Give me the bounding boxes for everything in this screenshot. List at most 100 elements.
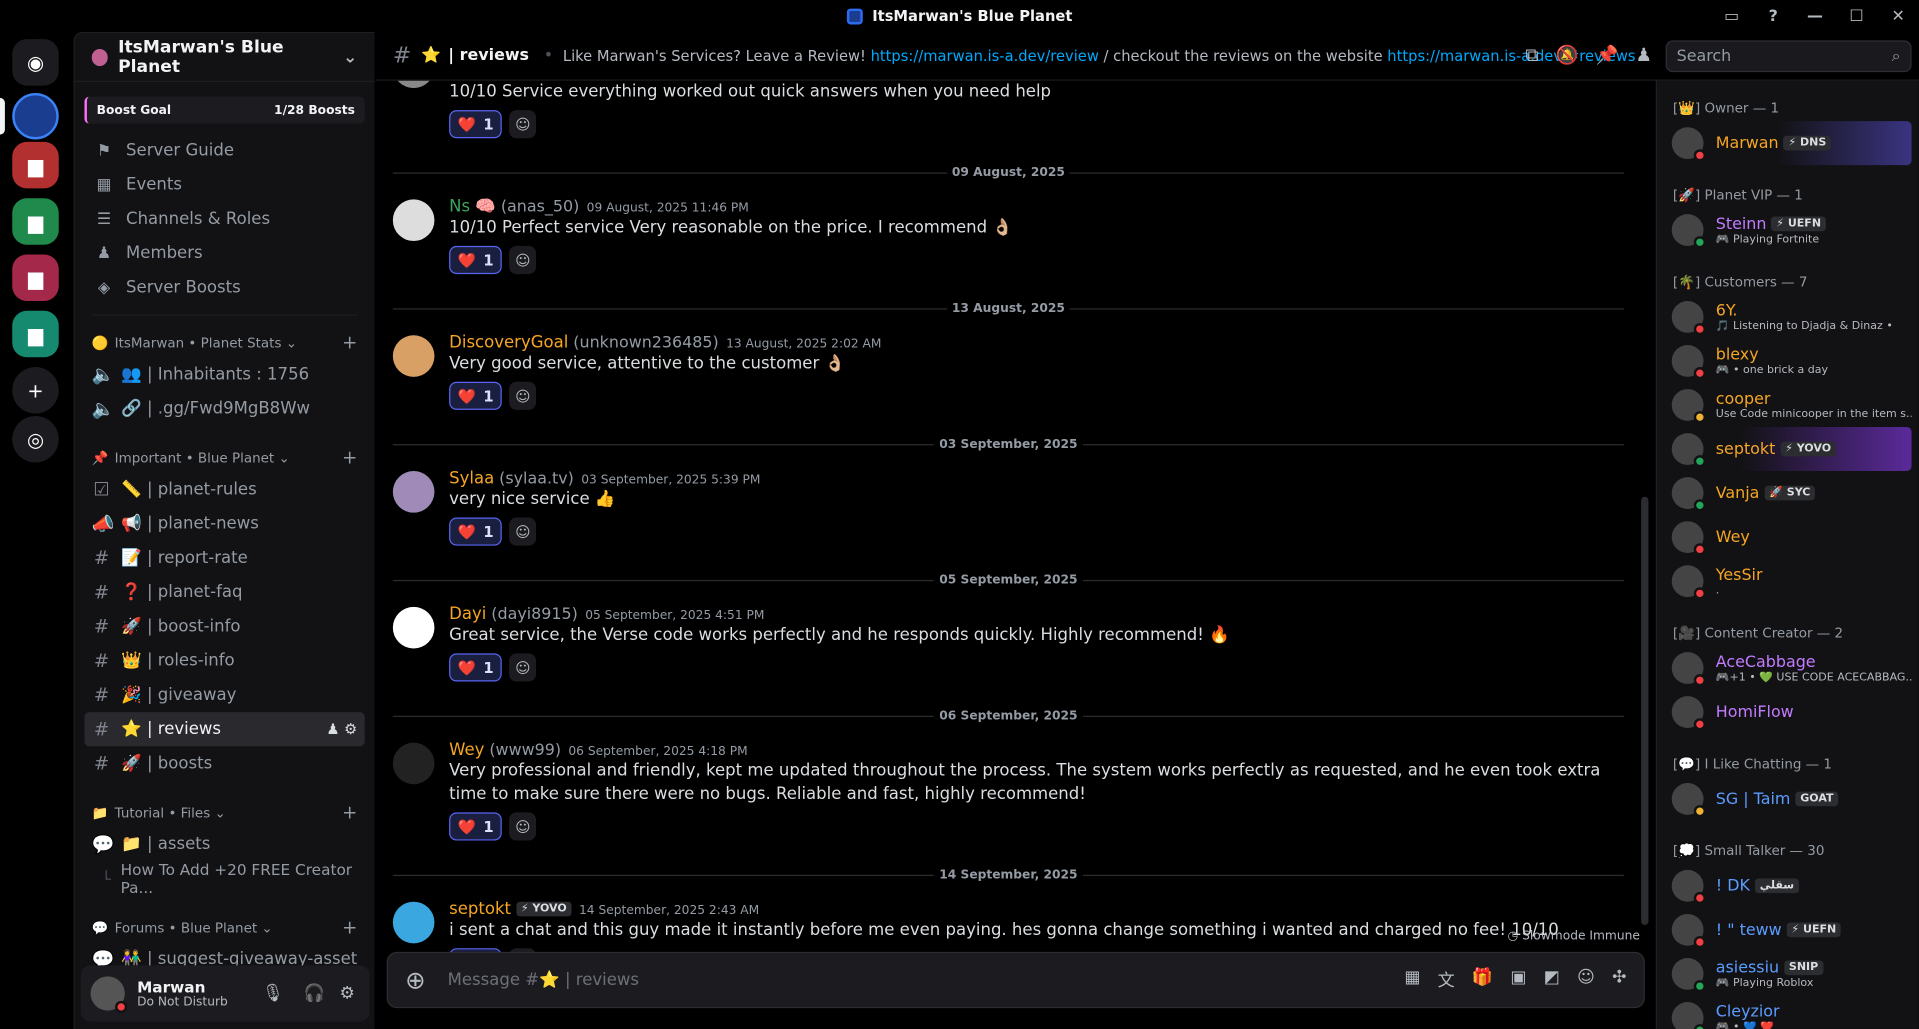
server-folder-crimson[interactable]: ▆ bbox=[12, 254, 59, 301]
topic-link-review[interactable]: https://marwan.is-a.dev/review bbox=[871, 47, 1099, 64]
member-item[interactable]: YesSir. bbox=[1657, 559, 1919, 603]
nav-server-guide[interactable]: ⚑ Server Guide bbox=[84, 133, 364, 167]
add-reaction-icon[interactable]: ☺ bbox=[509, 245, 537, 275]
inbox-icon[interactable]: ▭ bbox=[1711, 7, 1753, 25]
member-list-icon[interactable]: ♟ bbox=[1636, 44, 1652, 66]
category-tutorial[interactable]: 📁 Tutorial • Files ⌄ + bbox=[84, 798, 364, 827]
nav-channels-roles[interactable]: ☰ Channels & Roles bbox=[84, 202, 364, 236]
channel-assets[interactable]: 💬 📁 | assets bbox=[84, 827, 364, 861]
avatar[interactable] bbox=[392, 199, 435, 242]
heart-reaction[interactable]: ❤️ 1 bbox=[449, 245, 503, 275]
boost-goal-bar[interactable]: Boost Goal 1/28 Boosts bbox=[84, 96, 365, 124]
add-channel-icon[interactable]: + bbox=[342, 916, 357, 938]
heart-reaction[interactable]: ❤️ 1 bbox=[449, 110, 503, 139]
thread-creator-pages[interactable]: └ How To Add +20 FREE Creator Pa... bbox=[84, 860, 364, 897]
calendar-icon[interactable]: ▦ bbox=[1404, 968, 1420, 992]
server-header[interactable]: ItsMarwan's Blue Planet ⌄ bbox=[74, 33, 375, 82]
discover-icon[interactable]: ◎ bbox=[12, 415, 59, 463]
channel-planet-rules[interactable]: ☑ 📏 | planet-rules bbox=[84, 472, 364, 506]
channel-invite[interactable]: 🔈 🔗 | .gg/Fwd9MgB8Ww bbox=[84, 392, 364, 426]
add-channel-icon[interactable]: + bbox=[342, 447, 357, 469]
settings-gear-icon[interactable]: ⚙ bbox=[340, 984, 355, 1004]
member-item[interactable]: Vanja 🚀 SYC bbox=[1657, 471, 1919, 515]
channel-giveaway[interactable]: # 🎉 | giveaway bbox=[84, 678, 364, 712]
server-folder-red[interactable]: ▆ bbox=[12, 141, 59, 189]
heart-reaction[interactable]: ❤️ 1 bbox=[449, 517, 503, 546]
avatar[interactable] bbox=[392, 80, 435, 89]
member-item[interactable]: HomiFlow bbox=[1657, 690, 1919, 734]
maximize-icon[interactable]: ☐ bbox=[1836, 7, 1878, 25]
member-item[interactable]: 6Y. 🎵 Listening to Djadja & Dinaz • bbox=[1657, 295, 1919, 339]
avatar[interactable] bbox=[392, 901, 435, 944]
minimize-icon[interactable]: — bbox=[1794, 7, 1836, 25]
notification-mute-icon[interactable]: 🔕 bbox=[1556, 44, 1579, 66]
server-folder-green[interactable]: ▆ bbox=[12, 198, 59, 245]
invite-gear-icon[interactable]: ♟ ⚙ bbox=[326, 721, 357, 738]
threads-icon[interactable]: ⧉ bbox=[1525, 44, 1538, 66]
avatar[interactable] bbox=[392, 335, 435, 377]
avatar[interactable] bbox=[392, 471, 435, 513]
message-input[interactable]: Message #⭐ | reviews bbox=[448, 970, 1405, 990]
server-blue-planet[interactable] bbox=[12, 92, 59, 140]
message-username[interactable]: Ns 🧠 bbox=[449, 197, 496, 217]
translate-icon[interactable]: 文 bbox=[1438, 968, 1455, 992]
channel-reviews[interactable]: # ⭐ | reviews ♟ ⚙ bbox=[84, 712, 365, 747]
avatar[interactable] bbox=[90, 976, 128, 1014]
channel-boost-info[interactable]: # 🚀 | boost-info bbox=[84, 609, 364, 643]
heart-reaction[interactable]: ❤️ 1 bbox=[449, 653, 503, 682]
category-forums[interactable]: 💬 Forums • Blue Planet ⌄ + bbox=[84, 913, 364, 942]
message-username[interactable]: septokt bbox=[449, 899, 511, 919]
nav-server-boosts[interactable]: ◈ Server Boosts bbox=[84, 270, 364, 304]
add-reaction-icon[interactable]: ☺ bbox=[509, 812, 537, 841]
member-item[interactable]: SG | Taim GOAT bbox=[1657, 777, 1919, 821]
search-input[interactable]: Search ⌕ bbox=[1665, 40, 1912, 73]
member-item[interactable]: Wey bbox=[1657, 515, 1919, 559]
member-item[interactable]: septokt ⚡ YOVO bbox=[1666, 427, 1912, 472]
member-item[interactable]: Marwan ⚡ DNS bbox=[1666, 121, 1912, 166]
member-item[interactable]: blexy 🎮 • one brick a day bbox=[1657, 339, 1919, 383]
channel-report-rate[interactable]: # 📝 | report-rate bbox=[84, 541, 364, 575]
close-icon[interactable]: ✕ bbox=[1877, 7, 1919, 25]
message-composer[interactable]: ⊕ Message #⭐ | reviews ▦ 文 🎁 ▣ ◩ ☺ ✣ bbox=[386, 951, 1645, 1009]
add-reaction-icon[interactable]: ☺ bbox=[509, 517, 537, 546]
add-reaction-icon[interactable]: ☺ bbox=[509, 110, 537, 139]
heart-reaction[interactable]: ❤️ 1 bbox=[449, 381, 503, 410]
channel-topic[interactable]: Like Marwan's Services? Leave a Review! … bbox=[563, 47, 1636, 64]
emoji-icon[interactable]: ☺ bbox=[1577, 968, 1595, 992]
channel-boosts[interactable]: # 🚀 | boosts bbox=[84, 746, 364, 780]
category-important[interactable]: 📌 Important • Blue Planet ⌄ + bbox=[84, 443, 364, 472]
member-item[interactable]: Cleyzior 🎮 • 💙 ❤️ bbox=[1657, 996, 1919, 1029]
add-reaction-icon[interactable]: ☺ bbox=[509, 653, 537, 682]
scrollbar[interactable] bbox=[1641, 496, 1649, 925]
message-username[interactable]: DiscoveryGoal bbox=[449, 333, 568, 353]
member-item[interactable]: ! DK سقلي bbox=[1657, 864, 1919, 908]
member-item[interactable]: ! " teww ⚡ UEFN bbox=[1657, 908, 1919, 952]
message-username[interactable]: Dayi bbox=[449, 604, 486, 624]
message-username[interactable]: Sylaa bbox=[449, 469, 494, 489]
channel-planet-news[interactable]: 📣 📢 | planet-news bbox=[84, 507, 364, 541]
apps-icon[interactable]: ✣ bbox=[1612, 968, 1626, 992]
microphone-icon[interactable]: 🎙 bbox=[262, 984, 284, 1004]
channel-roles-info[interactable]: # 👑 | roles-info bbox=[84, 644, 364, 678]
category-planet-stats[interactable]: 🟡 ItsMarwan • Planet Stats ⌄ + bbox=[84, 328, 364, 357]
add-channel-icon[interactable]: + bbox=[342, 801, 357, 823]
server-folder-teal[interactable]: ▆ bbox=[12, 310, 59, 358]
pin-icon[interactable]: 📌 bbox=[1596, 44, 1619, 66]
gift-icon[interactable]: 🎁 bbox=[1472, 968, 1493, 992]
help-icon[interactable]: ? bbox=[1752, 7, 1794, 25]
discord-home-icon[interactable]: ◉ bbox=[12, 39, 59, 86]
member-item[interactable]: AceCabbage 🎮+1 • 💚 USE CODE ACECABBAG... bbox=[1657, 646, 1919, 690]
headphones-icon[interactable]: 🎧 bbox=[304, 984, 325, 1004]
add-channel-icon[interactable]: + bbox=[342, 332, 357, 354]
gif-icon[interactable]: ▣ bbox=[1510, 968, 1526, 992]
avatar[interactable] bbox=[392, 606, 435, 649]
add-reaction-icon[interactable]: ☺ bbox=[509, 381, 537, 410]
member-item[interactable]: cooper Use Code minicooper in the item s.… bbox=[1657, 383, 1919, 427]
member-item[interactable]: Steinn ⚡ UEFN 🎮 Playing Fortnite bbox=[1657, 208, 1919, 252]
heart-reaction[interactable]: ❤️ 1 bbox=[449, 812, 503, 841]
nav-members[interactable]: ♟ Members bbox=[84, 236, 364, 270]
message-username[interactable]: Wey bbox=[449, 740, 484, 760]
avatar[interactable] bbox=[392, 742, 435, 785]
nav-events[interactable]: ▦ Events bbox=[84, 168, 364, 202]
channel-planet-faq[interactable]: # ❓ | planet-faq bbox=[84, 575, 364, 609]
